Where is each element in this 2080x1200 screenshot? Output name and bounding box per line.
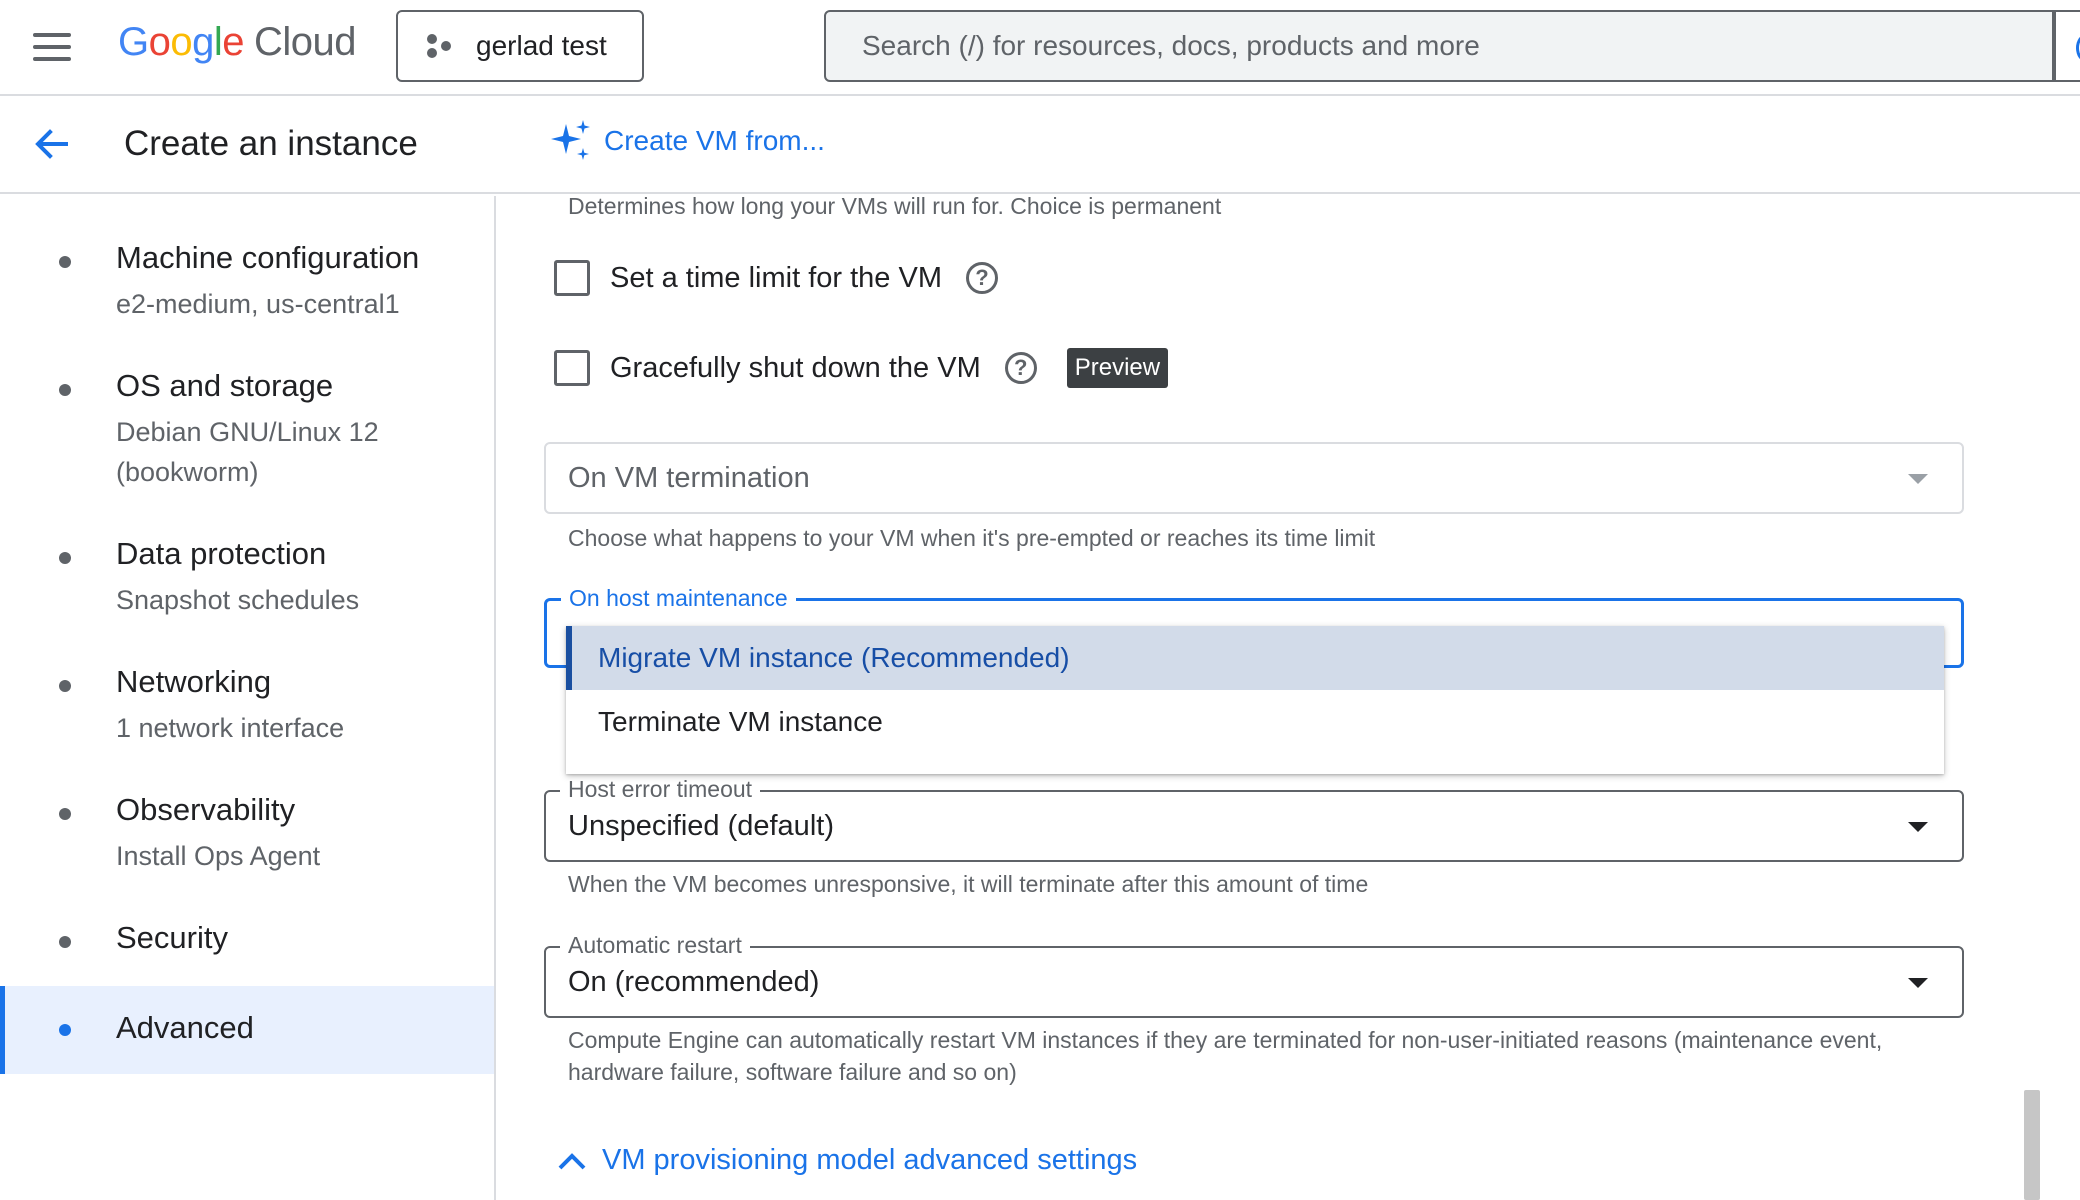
nav-item-title: Data protection [116,536,327,571]
nav-item-os-and-storage[interactable]: OS and storage Debian GNU/Linux 12 (book… [0,364,494,494]
host-error-timeout-select[interactable]: Host error timeout Unspecified (default) [544,776,1964,862]
nav-bullet [59,1024,71,1036]
nav-item-subtitle: Install Ops Agent [116,841,321,871]
nav-item-networking[interactable]: Networking 1 network interface [0,660,494,760]
dropdown-arrow-icon [1908,978,1928,988]
chevron-up-icon [558,1152,586,1169]
nav-item-subtitle: Debian GNU/Linux 12 (bookworm) [116,417,379,487]
nav-item-title: OS and storage [116,368,334,403]
nav-item-data-protection[interactable]: Data protection Snapshot schedules [0,532,494,632]
provisioning-hint: Determines how long your VMs will run fo… [568,196,1222,219]
time-limit-row: Set a time limit for the VM ? [554,260,998,296]
automatic-restart-select[interactable]: Automatic restart On (recommended) [544,932,1964,1018]
nav-item-machine-configuration[interactable]: Machine configuration e2-medium, us-cent… [0,236,494,346]
host-maintenance-dropdown-menu: Migrate VM instance (Recommended) Termin… [566,626,1944,774]
create-vm-from-button[interactable]: Create VM from... [548,118,825,164]
sparkle-icon [551,120,590,160]
page-title: Create an instance [124,124,418,163]
project-icon [427,34,451,58]
time-limit-label: Set a time limit for the VM [610,261,942,294]
nav-item-title: Networking [116,664,272,699]
top-bar: Google Cloud gerlad test [0,0,2080,96]
graceful-shutdown-label: Gracefully shut down the VM [610,351,981,384]
back-arrow-icon[interactable] [30,122,74,166]
select-label: Automatic restart [560,932,750,959]
advanced-settings-panel: Determines how long your VMs will run fo… [498,196,2080,1200]
nav-item-security[interactable]: Security [0,916,494,976]
google-cloud-logo[interactable]: Google Cloud [118,20,357,65]
project-picker-button[interactable]: gerlad test [396,10,644,82]
advanced-settings-label: VM provisioning model advanced settings [602,1144,1138,1176]
nav-bullet [59,384,71,396]
logo-letter: o [170,20,193,64]
nav-bullet [59,680,71,692]
logo-letter: l [213,20,223,64]
logo-letter: G [118,20,149,64]
graceful-shutdown-row: Gracefully shut down the VM ? Preview [554,348,1169,388]
select-value: On (recommended) [568,966,820,998]
help-icon[interactable]: ? [966,262,998,294]
automatic-restart-hint: Compute Engine can automatically restart… [568,1027,1883,1085]
help-icon[interactable]: ? [1004,352,1037,384]
search-input[interactable] [862,30,2052,62]
select-label: On host maintenance [561,585,796,612]
nav-item-subtitle: 1 network interface [116,713,345,743]
logo-cloud-text: Cloud [254,20,357,64]
project-name: gerlad test [476,30,607,61]
nav-bullet [59,808,71,820]
menu-icon[interactable] [33,33,71,61]
search-box[interactable] [824,10,2054,82]
option-migrate-vm[interactable]: Migrate VM instance (Recommended) [566,626,1944,690]
option-terminate-vm[interactable]: Terminate VM instance [566,690,1944,754]
nav-item-title: Advanced [116,1010,254,1045]
advanced-settings-expander[interactable]: VM provisioning model advanced settings [556,1144,1137,1177]
select-value: On VM termination [568,462,810,494]
page-header: Create an instance Create VM from... [0,96,2080,194]
logo-letter: g [192,20,214,64]
nav-item-observability[interactable]: Observability Install Ops Agent [0,788,494,888]
nav-item-subtitle: Snapshot schedules [116,585,360,615]
graceful-shutdown-checkbox[interactable] [554,350,590,386]
scrollbar-thumb[interactable] [2024,1090,2040,1200]
nav-item-subtitle: e2-medium, us-central1 [116,289,400,319]
dropdown-arrow-icon [1908,822,1928,832]
on-vm-termination-select[interactable]: On VM termination [544,442,1964,514]
time-limit-checkbox[interactable] [554,260,590,296]
logo-letter: e [222,20,245,64]
nav-item-title: Machine configuration [116,240,420,275]
host-error-timeout-hint: When the VM becomes unresponsive, it wil… [568,871,1369,897]
nav-bullet [59,256,71,268]
logo-letter: o [148,20,171,64]
dropdown-arrow-icon [1908,474,1928,484]
on-vm-termination-hint: Choose what happens to your VM when it's… [568,525,1376,551]
nav-item-advanced[interactable]: Advanced [0,986,494,1074]
nav-bullet [59,936,71,948]
preview-badge: Preview [1066,348,1169,388]
select-value: Unspecified (default) [568,810,834,842]
nav-bullet [59,552,71,564]
select-label: Host error timeout [560,776,761,803]
nav-item-title: Observability [116,792,296,827]
section-nav: Machine configuration e2-medium, us-cent… [0,196,496,1200]
create-vm-from-label: Create VM from... [604,125,825,156]
nav-item-title: Security [116,920,228,955]
search-icon[interactable] [2054,10,2080,82]
